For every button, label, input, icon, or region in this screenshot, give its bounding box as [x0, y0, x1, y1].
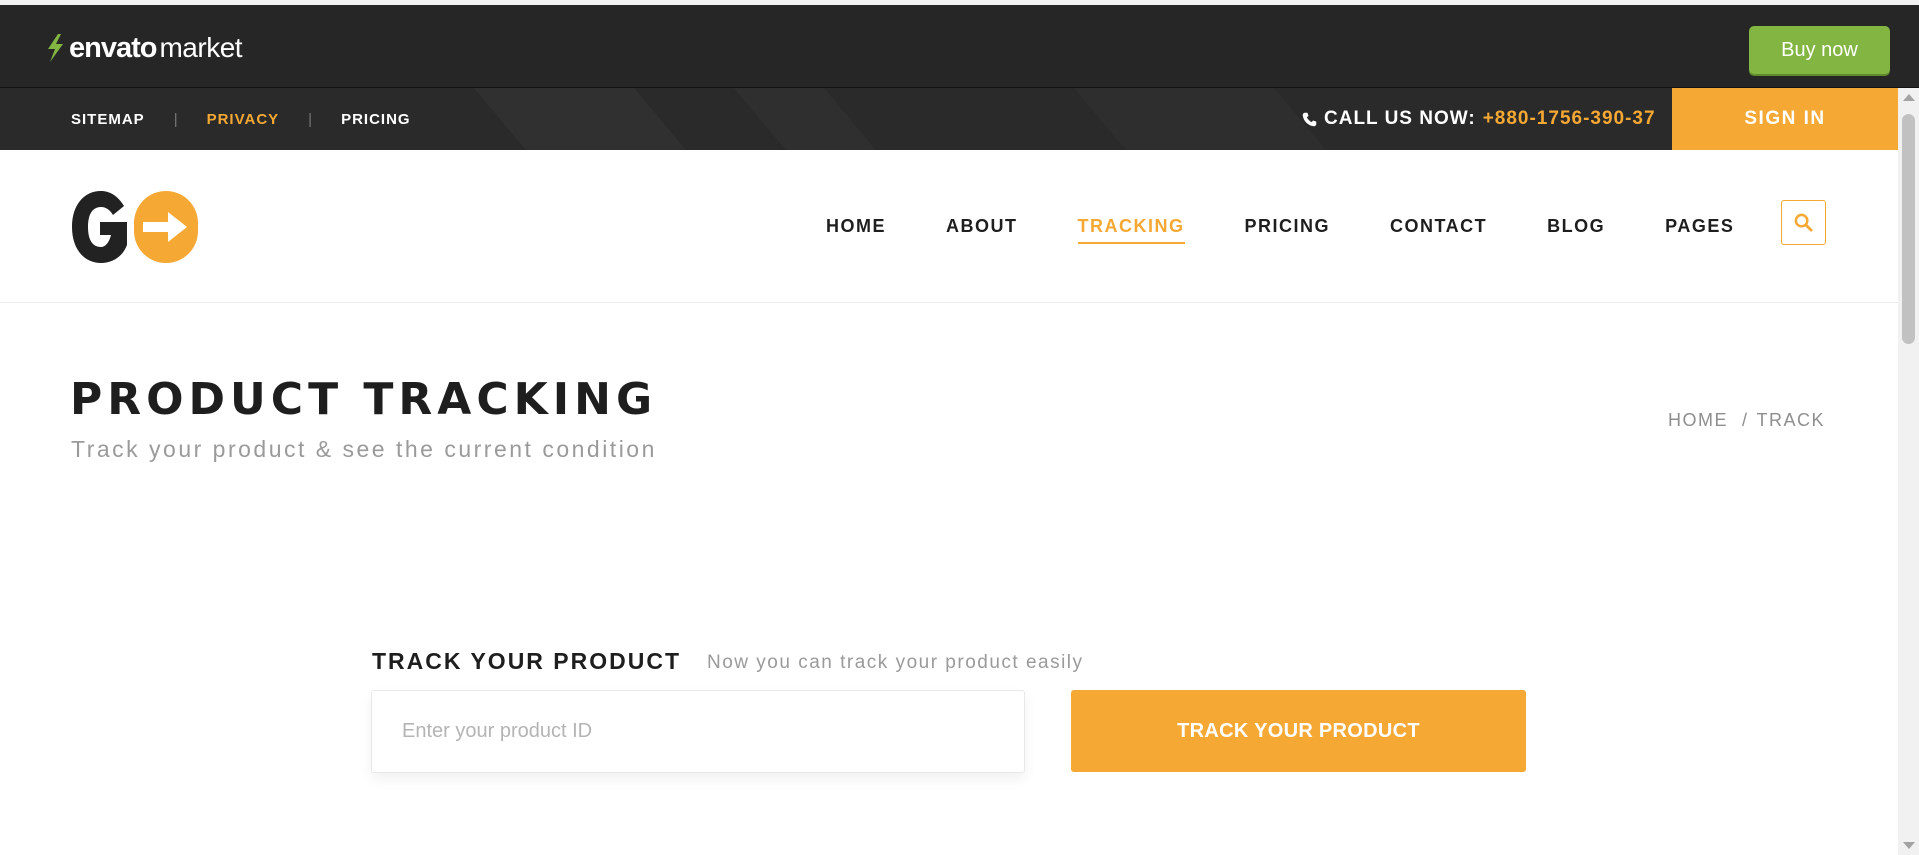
- nav-item-about[interactable]: ABOUT: [946, 216, 1018, 237]
- nav-item-blog[interactable]: BLOG: [1547, 216, 1605, 237]
- page-subtitle: Track your product & see the current con…: [71, 436, 657, 462]
- buy-now-button[interactable]: Buy now: [1749, 26, 1890, 74]
- breadcrumb-separator: /: [1742, 410, 1749, 430]
- scroll-down-arrow-icon[interactable]: [1903, 842, 1915, 849]
- breadcrumb-current: TRACK: [1756, 410, 1826, 430]
- top-info-bar: SITEMAP | PRIVACY | PRICING CALL US NOW:…: [0, 88, 1898, 150]
- nav-item-contact[interactable]: CONTACT: [1390, 216, 1487, 237]
- top-link-pricing[interactable]: PRICING: [341, 111, 411, 128]
- scroll-up-arrow-icon[interactable]: [1903, 94, 1915, 101]
- nav-item-tracking[interactable]: TRACKING: [1077, 216, 1185, 244]
- track-heading: TRACK YOUR PRODUCT: [372, 648, 682, 674]
- sign-in-button[interactable]: SIGN IN: [1672, 88, 1898, 150]
- go-logo[interactable]: [70, 188, 200, 266]
- envato-bar: envato market Buy now: [0, 0, 1919, 88]
- envato-leaf-icon: [48, 34, 63, 62]
- breadcrumb: HOME / TRACK: [1668, 410, 1825, 431]
- phone-number[interactable]: +880-1756-390-37: [1483, 108, 1656, 130]
- track-product-button[interactable]: TRACK YOUR PRODUCT: [1071, 690, 1526, 772]
- nav-item-home[interactable]: HOME: [826, 216, 886, 237]
- decorative-stripe: [1073, 88, 1327, 150]
- search-button[interactable]: [1781, 200, 1826, 245]
- phone-icon: [1302, 112, 1317, 126]
- envato-brand: envato: [69, 31, 157, 64]
- call-us: CALL US NOW: +880-1756-390-37: [1302, 88, 1656, 150]
- search-icon: [1794, 213, 1813, 232]
- page-title: PRODUCT TRACKING: [70, 374, 658, 425]
- breadcrumb-home[interactable]: HOME: [1668, 410, 1728, 431]
- product-id-input[interactable]: [371, 690, 1025, 773]
- divider: |: [308, 110, 313, 128]
- nav-item-pricing[interactable]: PRICING: [1245, 216, 1331, 237]
- divider: |: [173, 110, 178, 128]
- main-nav: HOME ABOUT TRACKING PRICING CONTACT BLOG…: [826, 150, 1794, 303]
- envato-market: market: [159, 32, 243, 63]
- top-link-privacy[interactable]: PRIVACY: [207, 111, 280, 128]
- scrollbar-thumb[interactable]: [1902, 114, 1915, 344]
- envato-logo[interactable]: envato market: [44, 31, 243, 65]
- nav-item-pages[interactable]: PAGES: [1665, 216, 1734, 237]
- decorative-stripe: [733, 88, 877, 150]
- top-link-sitemap[interactable]: SITEMAP: [71, 111, 145, 128]
- decorative-stripe: [473, 88, 687, 150]
- track-note: Now you can track your product easily: [707, 652, 1084, 673]
- call-us-label: CALL US NOW:: [1324, 108, 1476, 129]
- scrollbar[interactable]: [1898, 88, 1919, 855]
- site-header: HOME ABOUT TRACKING PRICING CONTACT BLOG…: [0, 150, 1898, 303]
- top-links: SITEMAP | PRIVACY | PRICING: [71, 88, 411, 150]
